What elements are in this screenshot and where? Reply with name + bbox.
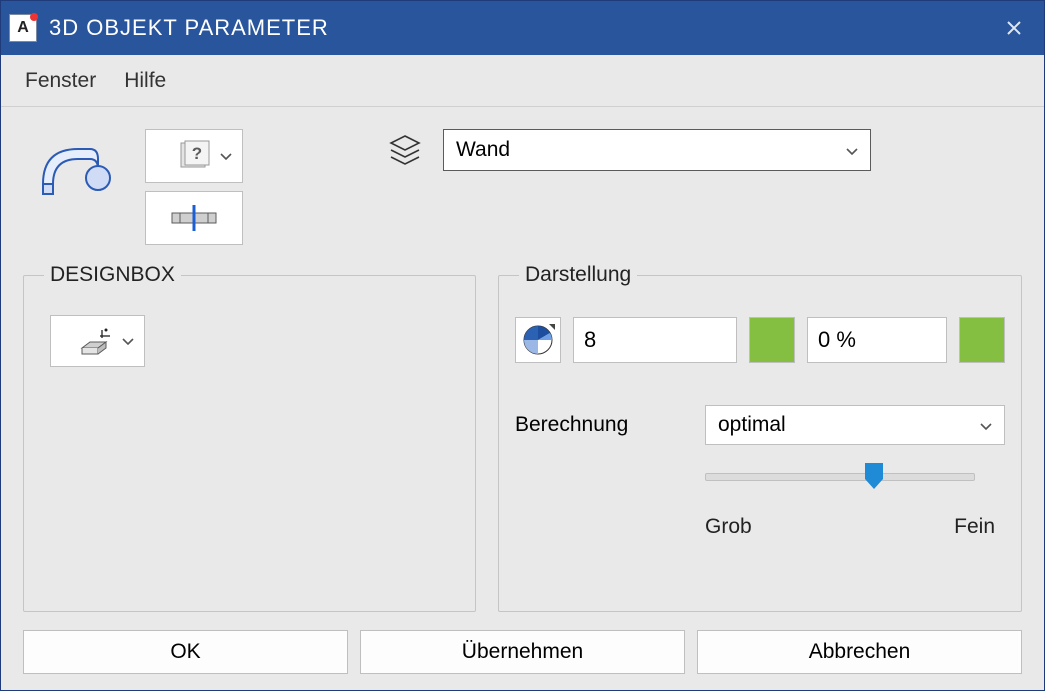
color-swatch-2[interactable] bbox=[959, 317, 1005, 363]
berechnung-select[interactable]: optimal bbox=[705, 405, 1005, 445]
section-tool-button[interactable] bbox=[145, 191, 243, 245]
footer-buttons: OK Übernehmen Abbrechen bbox=[23, 630, 1022, 674]
designbox-legend: DESIGNBOX bbox=[44, 263, 181, 287]
question-texture-icon: ? bbox=[177, 139, 211, 173]
chevron-down-icon bbox=[122, 333, 134, 349]
designbox-group: DESIGNBOX bbox=[23, 263, 476, 612]
layer-select[interactable]: Wand bbox=[443, 129, 871, 171]
layer-select-value: Wand bbox=[456, 138, 510, 162]
designbox-mode-button[interactable] bbox=[50, 315, 145, 367]
window-title: 3D OBJEKT PARAMETER bbox=[49, 15, 994, 41]
slider-thumb-icon bbox=[865, 463, 883, 489]
menu-hilfe[interactable]: Hilfe bbox=[124, 69, 166, 93]
berechnung-row: Berechnung optimal bbox=[515, 405, 1005, 445]
arc-shape-icon bbox=[28, 134, 118, 204]
berechnung-label: Berechnung bbox=[515, 413, 685, 437]
apply-button[interactable]: Übernehmen bbox=[360, 630, 685, 674]
svg-text:?: ? bbox=[192, 144, 202, 163]
slider-label-fine: Fein bbox=[954, 515, 995, 539]
groups-row: DESIGNBOX Darstellung bbox=[23, 263, 1022, 612]
berechnung-value: optimal bbox=[718, 413, 786, 437]
close-button[interactable] bbox=[994, 8, 1034, 48]
quality-slider[interactable] bbox=[705, 473, 975, 481]
app-icon: A bbox=[9, 14, 37, 42]
color-wheel-icon bbox=[520, 322, 556, 358]
color-swatch-1[interactable] bbox=[749, 317, 795, 363]
chevron-down-icon bbox=[980, 413, 992, 437]
ok-button[interactable]: OK bbox=[23, 630, 348, 674]
tool-column: ? bbox=[145, 129, 243, 245]
chevron-down-icon bbox=[220, 148, 232, 164]
dialog-window: A 3D OBJEKT PARAMETER Fenster Hilfe bbox=[0, 0, 1045, 691]
object-type-icon bbox=[23, 129, 123, 209]
content-area: ? bbox=[1, 107, 1044, 690]
layers-icon bbox=[385, 130, 425, 170]
color-wheel-button[interactable] bbox=[515, 317, 561, 363]
menubar: Fenster Hilfe bbox=[1, 55, 1044, 107]
percent-field[interactable] bbox=[807, 317, 947, 363]
close-icon bbox=[1006, 20, 1022, 36]
chevron-down-icon bbox=[846, 138, 858, 162]
texture-select-button[interactable]: ? bbox=[145, 129, 243, 183]
titlebar: A 3D OBJEKT PARAMETER bbox=[1, 1, 1044, 55]
slider-track bbox=[705, 473, 975, 481]
darstellung-color-row bbox=[515, 317, 1005, 363]
menu-fenster[interactable]: Fenster bbox=[25, 69, 96, 93]
top-row: ? bbox=[23, 129, 1022, 245]
slider-thumb[interactable] bbox=[865, 463, 883, 489]
percent-input[interactable] bbox=[808, 318, 946, 362]
darstellung-legend: Darstellung bbox=[519, 263, 637, 287]
slider-labels: Grob Fein bbox=[705, 515, 995, 539]
darstellung-group: Darstellung bbox=[498, 263, 1022, 612]
slider-label-coarse: Grob bbox=[705, 515, 752, 539]
designbox-mode-icon bbox=[76, 324, 120, 358]
color-index-input[interactable] bbox=[574, 318, 736, 362]
layer-area: Wand bbox=[385, 129, 871, 171]
section-icon bbox=[166, 203, 222, 233]
color-index-field[interactable] bbox=[573, 317, 737, 363]
cancel-button[interactable]: Abbrechen bbox=[697, 630, 1022, 674]
